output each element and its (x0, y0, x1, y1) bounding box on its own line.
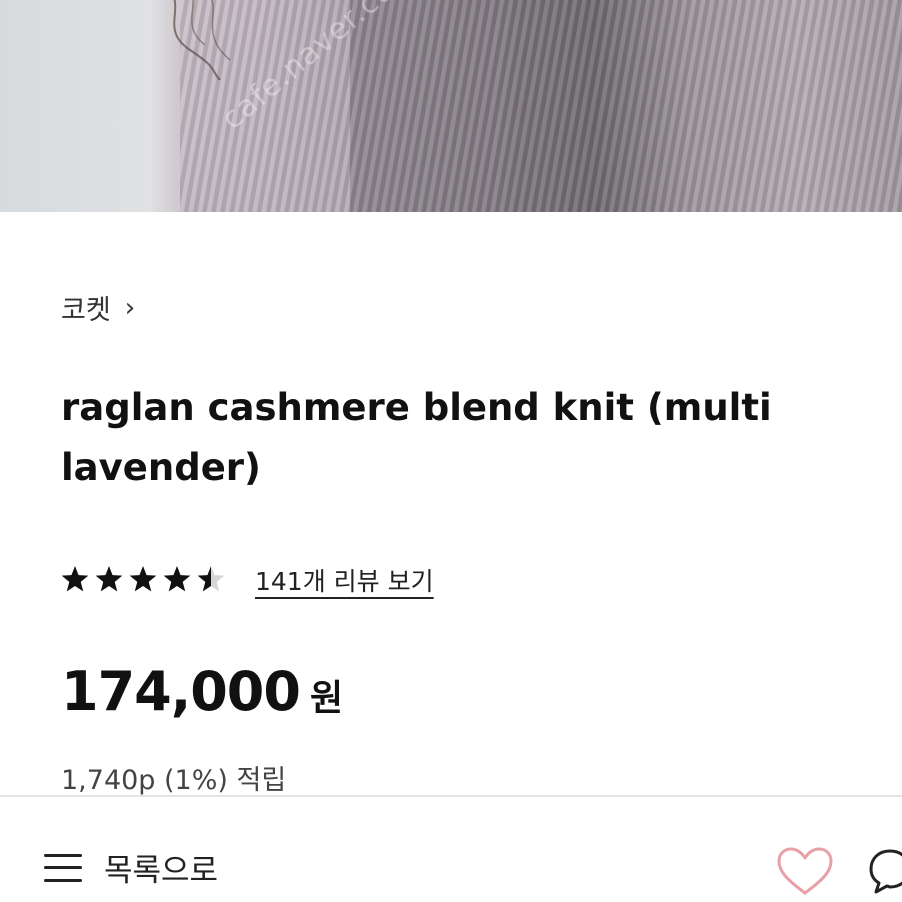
wishlist-button[interactable] (776, 847, 834, 897)
brand-breadcrumb[interactable]: 코켓 › (61, 288, 135, 327)
product-image[interactable]: cafe.naver.com (0, 0, 902, 212)
product-detail-page: cafe.naver.com 코켓 › raglan cashmere blen… (0, 0, 902, 902)
chat-icon (869, 849, 902, 894)
image-hair (173, 0, 231, 80)
image-knit-texture (180, 0, 902, 212)
heart-icon (777, 847, 833, 895)
star-icons (61, 566, 225, 592)
star-filled-icon (129, 566, 157, 592)
review-link[interactable]: 141개 리뷰 보기 (255, 562, 434, 598)
back-to-list-button[interactable]: 목록으로 (44, 845, 218, 890)
price-amount: 174,000 (61, 660, 301, 723)
brand-name: 코켓 (61, 295, 111, 326)
star-filled-icon (163, 566, 191, 592)
price-unit: 원 (309, 678, 344, 719)
reward-points: 1,740p (1%) 적립 (61, 765, 287, 796)
star-filled-icon (61, 566, 89, 592)
bottom-action-bar: 목록으로 (0, 795, 902, 902)
price-row: 174,000 원 (61, 660, 343, 723)
star-filled-icon (95, 566, 123, 592)
chevron-right-icon: › (124, 292, 136, 323)
rating-row: 141개 리뷰 보기 (61, 560, 434, 600)
star-rating (61, 564, 233, 596)
menu-icon (44, 853, 82, 882)
chat-button[interactable] (868, 847, 902, 897)
product-title: raglan cashmere blend knit (multi lavend… (61, 386, 772, 489)
back-to-list-label: 목록으로 (104, 853, 219, 889)
